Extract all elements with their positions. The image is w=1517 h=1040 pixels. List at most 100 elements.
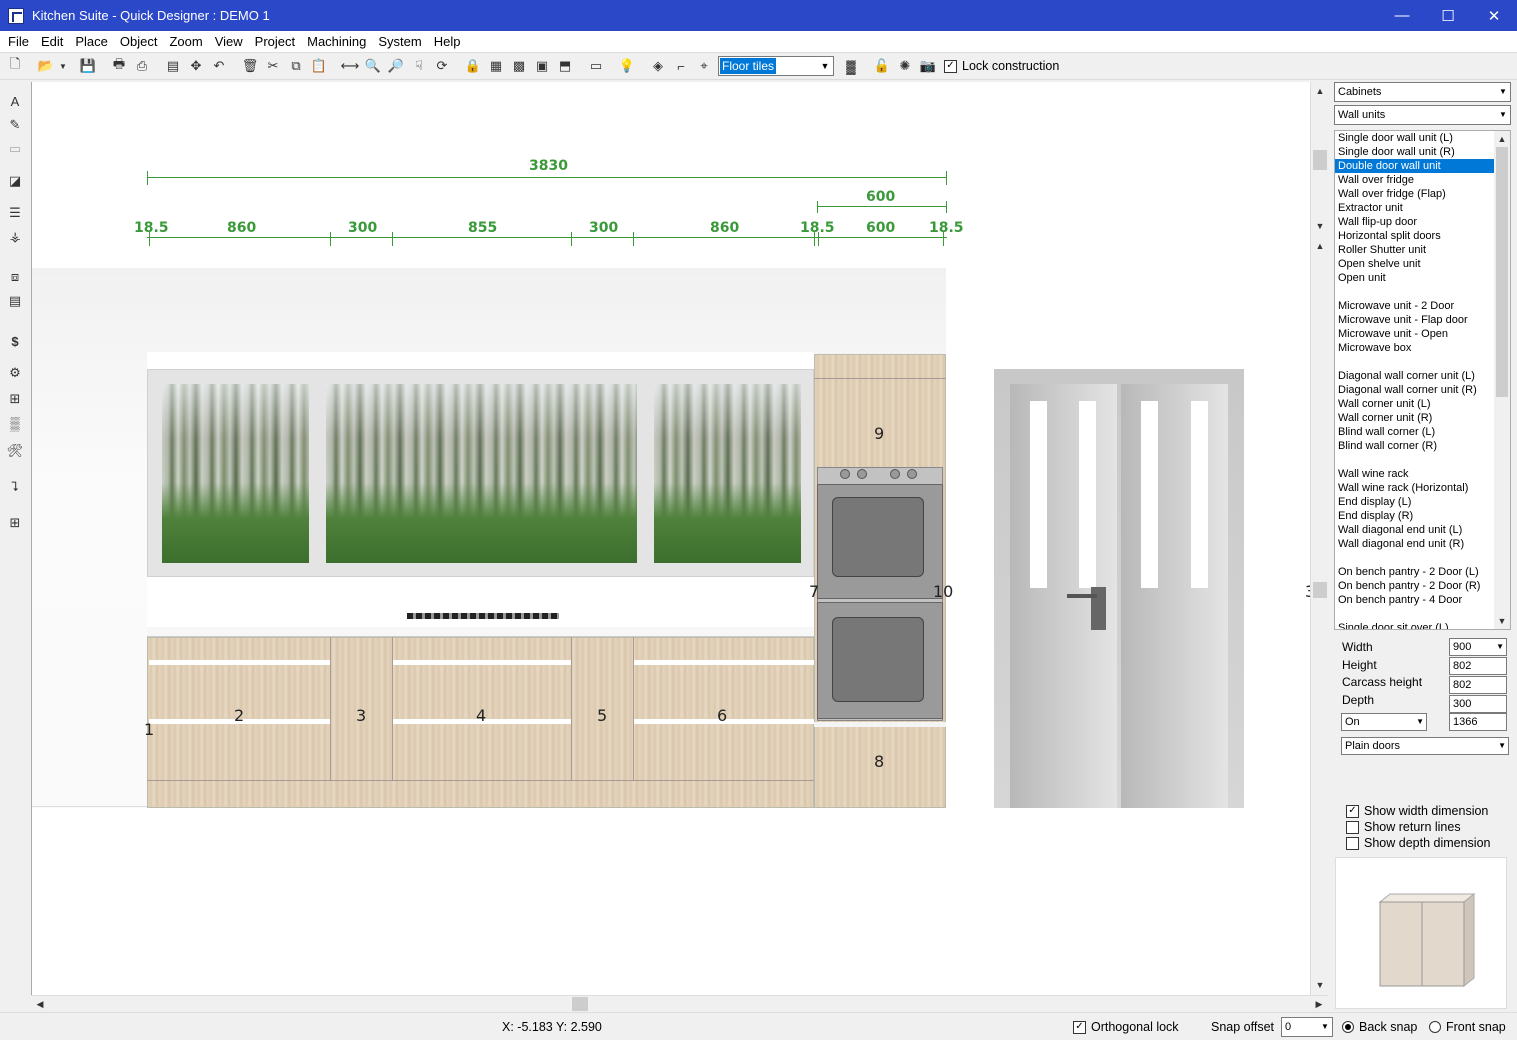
menu-project[interactable]: Project <box>249 31 301 52</box>
list-item[interactable]: On bench pantry - 2 Door (R) <box>1335 579 1495 593</box>
menu-place[interactable]: Place <box>69 31 114 52</box>
scroll-right-icon[interactable]: ▶ <box>1311 996 1327 1012</box>
blank-tool-icon[interactable]: ▭ <box>585 55 607 77</box>
view-elevation-icon[interactable]: ▩ <box>508 55 530 77</box>
scroll-thumb[interactable] <box>1313 150 1327 170</box>
list-item[interactable]: Open shelve unit <box>1335 257 1495 271</box>
scroll-down-icon[interactable]: ▼ <box>1494 613 1510 629</box>
show-return-toggle[interactable]: Show return lines <box>1346 820 1461 834</box>
lock-icon[interactable]: 🔒 <box>462 55 484 77</box>
door-style-combo[interactable]: Plain doors ▼ <box>1341 737 1509 755</box>
menu-edit[interactable]: Edit <box>35 31 69 52</box>
subcategory-combo[interactable]: Wall units ▼ <box>1334 105 1511 125</box>
list-item[interactable]: Extractor unit <box>1335 201 1495 215</box>
list-item[interactable]: Roller Shutter unit <box>1335 243 1495 257</box>
menu-view[interactable]: View <box>209 31 249 52</box>
list-item[interactable] <box>1335 453 1495 467</box>
zoom-in-icon[interactable]: 🔍 <box>362 55 384 77</box>
chevron-down-icon[interactable]: ▼ <box>1496 639 1504 655</box>
paint-icon[interactable]: ◈ <box>647 55 669 77</box>
scroll-thumb[interactable] <box>1496 147 1508 397</box>
camera-icon[interactable]: 📷 <box>917 55 939 77</box>
text-tool-icon[interactable]: A <box>4 90 26 112</box>
list-scrollbar[interactable]: ▲ ▼ <box>1494 131 1510 629</box>
list-item[interactable]: Microwave unit - 2 Door <box>1335 299 1495 313</box>
panel-tool-icon[interactable]: ◪ <box>4 170 26 192</box>
menu-zoom[interactable]: Zoom <box>163 31 208 52</box>
list-item[interactable]: Open unit <box>1335 271 1495 285</box>
list-item[interactable]: Wall wine rack <box>1335 467 1495 481</box>
dimension-tool-icon[interactable]: ⮧ <box>4 476 26 498</box>
chevron-down-icon[interactable]: ▼ <box>1416 714 1424 730</box>
pan-icon[interactable]: ☟ <box>408 55 430 77</box>
dollar-icon[interactable]: $ <box>4 330 26 352</box>
light-bulb-icon[interactable]: 💡 <box>616 55 638 77</box>
front-snap-radio[interactable] <box>1429 1021 1441 1033</box>
save-icon[interactable]: 💾 <box>77 55 99 77</box>
carcass-height-field[interactable]: 802 <box>1449 676 1507 694</box>
width-combo[interactable]: 900 ▼ <box>1449 638 1507 656</box>
list-item[interactable]: End display (L) <box>1335 495 1495 509</box>
tile-pattern-icon[interactable]: ▓ <box>840 55 862 77</box>
list-item[interactable]: Single door sit over (L) <box>1335 621 1495 629</box>
maximize-button[interactable]: ☐ <box>1425 0 1471 31</box>
list-item[interactable]: Microwave unit - Flap door <box>1335 313 1495 327</box>
elevation-field[interactable]: 1366 <box>1449 713 1507 731</box>
pattern-tool-icon[interactable]: ▒ <box>4 412 26 434</box>
scroll-up-icon[interactable]: ▲ <box>1312 83 1328 99</box>
vertical-scrollbar[interactable]: ▲ ▼ ▲ ▼ <box>1310 82 1328 995</box>
list-item[interactable]: Diagonal wall corner unit (R) <box>1335 383 1495 397</box>
list-item[interactable]: Wall over fridge (Flap) <box>1335 187 1495 201</box>
scroll-up-icon[interactable]: ▲ <box>1494 131 1510 147</box>
list-item[interactable]: Microwave box <box>1335 341 1495 355</box>
list-item[interactable]: Microwave unit - Open <box>1335 327 1495 341</box>
list-item[interactable]: Horizontal split doors <box>1335 229 1495 243</box>
floor-tile-tool-icon[interactable]: ⌖ <box>693 55 715 77</box>
layout-tool-icon[interactable]: ⊞ <box>4 388 26 410</box>
machine-tool-icon[interactable]: ⚙ <box>4 362 26 384</box>
depth-field[interactable]: 300 <box>1449 695 1507 713</box>
front-snap-option[interactable]: Front snap <box>1429 1020 1506 1034</box>
view-3d-icon[interactable]: ⬒ <box>554 55 576 77</box>
close-button[interactable]: ✕ <box>1471 0 1517 31</box>
menu-machining[interactable]: Machining <box>301 31 372 52</box>
show-width-toggle[interactable]: ✓ Show width dimension <box>1346 804 1488 818</box>
list-item[interactable] <box>1335 285 1495 299</box>
refresh-icon[interactable]: ⟳ <box>431 55 453 77</box>
list-item[interactable]: Blind wall corner (L) <box>1335 425 1495 439</box>
pen-tool-icon[interactable]: ✎ <box>4 114 26 136</box>
menu-file[interactable]: File <box>2 31 35 52</box>
snap-offset-combo[interactable]: 0 ▼ <box>1281 1017 1333 1037</box>
menu-help[interactable]: Help <box>428 31 467 52</box>
list-item[interactable]: Double door wall unit <box>1335 159 1495 173</box>
cabinet-tool-icon[interactable]: ▭ <box>4 138 26 160</box>
scroll-down-icon[interactable]: ▼ <box>1312 218 1328 234</box>
print-preview-icon[interactable]: ⎙ <box>131 55 153 77</box>
chevron-down-icon[interactable]: ▼ <box>1496 83 1510 101</box>
scroll-down-icon[interactable]: ▼ <box>1312 977 1328 993</box>
scroll-up-icon[interactable]: ▲ <box>1312 238 1328 254</box>
list-item[interactable] <box>1335 551 1495 565</box>
copy-icon[interactable]: ⧉ <box>285 55 307 77</box>
render-icon[interactable]: ✺ <box>894 55 916 77</box>
list-item[interactable]: On bench pantry - 4 Door <box>1335 593 1495 607</box>
back-snap-option[interactable]: Back snap <box>1342 1020 1417 1034</box>
show-return-checkbox[interactable] <box>1346 820 1359 834</box>
list-item[interactable]: Single door wall unit (L) <box>1335 131 1495 145</box>
menu-system[interactable]: System <box>372 31 427 52</box>
position-mode-combo[interactable]: On ▼ <box>1341 713 1427 731</box>
list-item[interactable]: Wall diagonal end unit (R) <box>1335 537 1495 551</box>
view-plan-icon[interactable]: ▣ <box>531 55 553 77</box>
list-item[interactable]: Wall corner unit (R) <box>1335 411 1495 425</box>
show-depth-toggle[interactable]: Show depth dimension <box>1346 836 1490 850</box>
chevron-down-icon[interactable]: ▼ <box>1498 738 1506 754</box>
report-tool-icon[interactable]: ▤ <box>4 290 26 312</box>
category-combo[interactable]: Cabinets ▼ <box>1334 82 1511 102</box>
lock-construction-checkbox[interactable]: ✓ <box>944 59 957 73</box>
door-leaf-right[interactable] <box>1121 384 1228 808</box>
orthogonal-lock-checkbox[interactable]: ✓ <box>1073 1020 1086 1034</box>
undo-icon[interactable]: ↶ <box>208 55 230 77</box>
zoom-fit-icon[interactable]: ⟷ <box>339 55 361 77</box>
delete-icon[interactable]: 🗑 <box>239 55 261 77</box>
scroll-thumb[interactable] <box>572 997 588 1011</box>
